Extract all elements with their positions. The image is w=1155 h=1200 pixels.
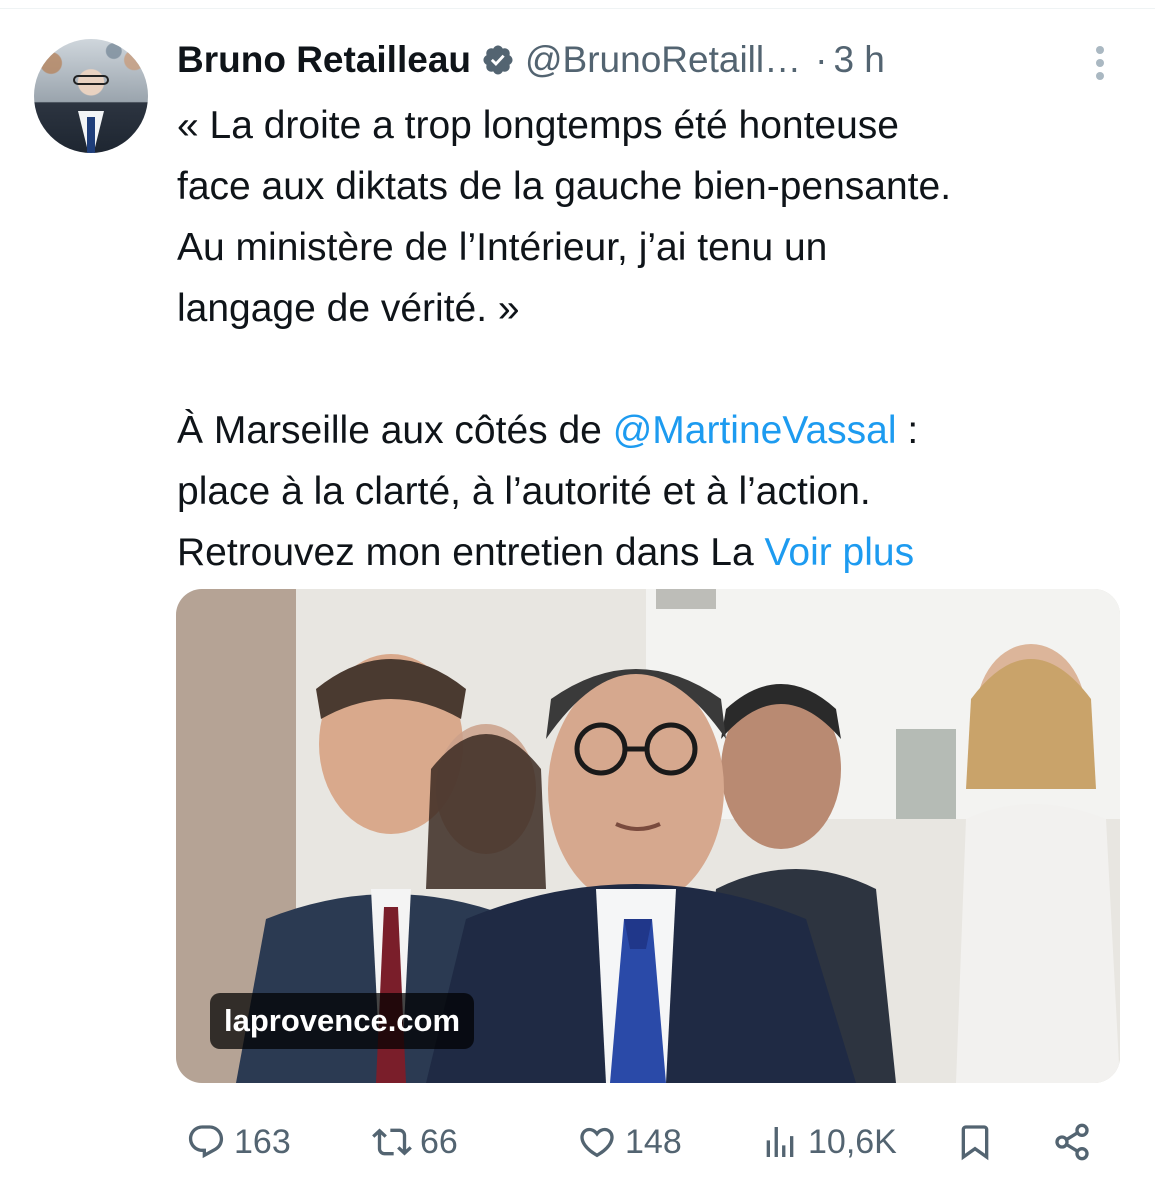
tweet-line: Retrouvez mon entretien dans La Voir plu… [177, 531, 915, 574]
tweet-line: Au ministère de l’Intérieur, j’ai tenu u… [177, 226, 828, 269]
tweet-line: face aux diktats de la gauche bien-pensa… [177, 165, 952, 208]
action-bar: 163 66 148 10,6K [0, 1112, 1155, 1172]
reply-button[interactable]: 163 [186, 1112, 291, 1172]
analytics-icon [766, 1127, 794, 1157]
retweet-button[interactable]: 66 [372, 1112, 458, 1172]
tweet-text: « La droite a trop longtemps été honteus… [177, 95, 1127, 583]
reply-count: 163 [234, 1122, 291, 1161]
like-button[interactable]: 148 [577, 1112, 682, 1172]
share-button[interactable] [1052, 1112, 1092, 1172]
heart-icon [580, 1127, 614, 1158]
like-count: 148 [625, 1122, 682, 1161]
reply-icon [188, 1125, 224, 1159]
tweet-header: Bruno Retailleau @BrunoRetaill… · 3 h [177, 34, 1137, 86]
avatar[interactable] [34, 39, 148, 153]
timestamp[interactable]: 3 h [833, 39, 884, 81]
retweet-count: 66 [420, 1122, 458, 1161]
views-button[interactable]: 10,6K [760, 1112, 897, 1172]
verified-badge-icon[interactable] [481, 43, 515, 77]
mention-link[interactable]: @MartineVassal [613, 409, 897, 452]
tweet-line: « La droite a trop longtemps été honteus… [177, 104, 899, 147]
tweet-line: place à la clarté, à l’autorité et à l’a… [177, 470, 871, 513]
tweet-line: langage de vérité. » [177, 287, 520, 330]
tweet-line: À Marseille aux côtés de @MartineVassal … [177, 409, 919, 452]
link-card-domain[interactable]: laprovence.com [210, 993, 475, 1049]
bookmark-icon [961, 1125, 989, 1161]
retweet-icon [372, 1128, 412, 1156]
separator-dot: · [815, 39, 828, 80]
bookmark-button[interactable] [955, 1112, 995, 1172]
more-options-icon[interactable] [1088, 44, 1112, 82]
author-name[interactable]: Bruno Retailleau [177, 39, 471, 81]
glasses-detail [73, 75, 109, 85]
view-count: 10,6K [808, 1122, 897, 1161]
author-handle[interactable]: @BrunoRetaill… [525, 39, 801, 81]
tweet[interactable]: Bruno Retailleau @BrunoRetaill… · 3 h « … [0, 0, 1155, 1200]
share-icon [1055, 1123, 1089, 1161]
see-more-link[interactable]: Voir plus [765, 531, 915, 574]
